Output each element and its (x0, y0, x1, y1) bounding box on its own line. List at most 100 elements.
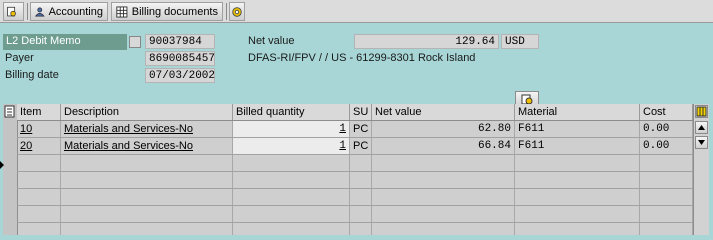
empty-cell (640, 206, 693, 222)
person-icon (35, 7, 45, 16)
empty-cell (61, 206, 233, 222)
select-all-icon[interactable] (3, 104, 16, 119)
scroll-down-button[interactable] (695, 136, 708, 149)
sales-unit: PC (350, 121, 372, 137)
items-table: Item Description Billed quantity SU Net … (3, 104, 709, 235)
empty-cell (233, 189, 350, 205)
empty-row[interactable] (17, 189, 693, 206)
empty-cell (372, 172, 515, 188)
item-description[interactable]: Materials and Services-No (61, 138, 233, 154)
accounting-button[interactable]: Accounting (30, 2, 108, 21)
billing-documents-label: Billing documents (131, 5, 218, 18)
sales-unit: PC (350, 138, 372, 154)
empty-cell (61, 172, 233, 188)
empty-cell (61, 189, 233, 205)
item-description[interactable]: Materials and Services-No (61, 121, 233, 137)
billing-documents-button[interactable]: Billing documents (111, 2, 223, 21)
item-net-value: 66.84 (372, 138, 515, 154)
display-document-button[interactable] (3, 2, 24, 21)
empty-cell (350, 223, 372, 235)
payer-field: 8690085457 (145, 51, 215, 66)
column-settings-button[interactable] (695, 105, 708, 118)
empty-row[interactable] (17, 155, 693, 172)
arrow-up-icon (698, 125, 705, 130)
col-item[interactable]: Item (17, 104, 61, 120)
empty-cell (515, 189, 640, 205)
empty-cell (515, 223, 640, 235)
empty-cell (372, 189, 515, 205)
empty-cell (233, 206, 350, 222)
row-selector-column[interactable] (3, 104, 18, 235)
settings-button[interactable] (229, 2, 245, 21)
empty-cell (372, 155, 515, 171)
col-cost[interactable]: Cost (640, 104, 693, 120)
gear-icon (232, 6, 242, 17)
empty-row[interactable] (17, 172, 693, 189)
billed-quantity[interactable]: 1 (233, 138, 350, 154)
billed-quantity[interactable]: 1 (233, 121, 350, 137)
cost: 0.00 (640, 121, 693, 137)
material: F611 (515, 138, 640, 154)
empty-cell (640, 189, 693, 205)
col-description[interactable]: Description (61, 104, 233, 120)
arrow-down-icon (698, 140, 705, 145)
empty-cell (350, 172, 372, 188)
empty-cell (372, 206, 515, 222)
empty-cell (233, 223, 350, 235)
payer-name-address: DFAS-RI/FPV / / US - 61299-8301 Rock Isl… (248, 52, 476, 64)
item-number[interactable]: 10 (17, 121, 61, 137)
application-toolbar: Accounting Billing documents (0, 0, 713, 23)
item-number[interactable]: 20 (17, 138, 61, 154)
billing-date-field: 07/03/2002 (145, 68, 215, 83)
empty-cell (350, 206, 372, 222)
currency-field: USD (501, 34, 539, 49)
empty-cell (515, 155, 640, 171)
empty-row[interactable] (17, 206, 693, 223)
empty-cell (640, 172, 693, 188)
table-grid-icon (116, 6, 128, 17)
empty-cell (372, 223, 515, 235)
document-number: 90037984 (145, 34, 215, 49)
empty-cell (233, 172, 350, 188)
empty-cell (17, 189, 61, 205)
cost: 0.00 (640, 138, 693, 154)
col-su[interactable]: SU (350, 104, 372, 120)
empty-cell (640, 155, 693, 171)
empty-cell (17, 172, 61, 188)
toolbar-separator (226, 3, 227, 20)
display-document-icon (7, 6, 16, 16)
billing-date-label: Billing date (5, 69, 59, 81)
table-row[interactable]: 10 Materials and Services-No 1 PC 62.80 … (17, 121, 693, 138)
empty-cell (61, 155, 233, 171)
empty-cell (17, 155, 61, 171)
payer-label: Payer (5, 52, 34, 64)
billing-header: L2 Debit Memo 90037984 Payer 8690085457 … (0, 24, 713, 109)
empty-cell (61, 223, 233, 235)
empty-cell (350, 155, 372, 171)
focus-marker-icon (0, 161, 4, 169)
doc-type-help-button[interactable] (129, 36, 141, 48)
net-value-label: Net value (248, 35, 295, 47)
col-billed-quantity[interactable]: Billed quantity (233, 104, 350, 120)
table-settings-icon (696, 106, 707, 117)
item-net-value: 62.80 (372, 121, 515, 137)
empty-cell (17, 206, 61, 222)
empty-cell (233, 155, 350, 171)
net-value-field: 129.64 (354, 34, 499, 49)
table-row[interactable]: 20 Materials and Services-No 1 PC 66.84 … (17, 138, 693, 155)
empty-cell (17, 223, 61, 235)
material: F611 (515, 121, 640, 137)
scroll-up-button[interactable] (695, 121, 708, 134)
document-type-field[interactable]: L2 Debit Memo (3, 34, 127, 50)
col-material[interactable]: Material (515, 104, 640, 120)
empty-row[interactable] (17, 223, 693, 235)
vertical-scrollbar[interactable] (693, 104, 709, 235)
empty-cell (515, 206, 640, 222)
col-net-value[interactable]: Net value (372, 104, 515, 120)
toolbar-separator (27, 3, 28, 20)
accounting-label: Accounting (48, 5, 103, 18)
table-header: Item Description Billed quantity SU Net … (17, 104, 693, 121)
empty-cell (515, 172, 640, 188)
empty-cell (350, 189, 372, 205)
empty-cell (640, 223, 693, 235)
